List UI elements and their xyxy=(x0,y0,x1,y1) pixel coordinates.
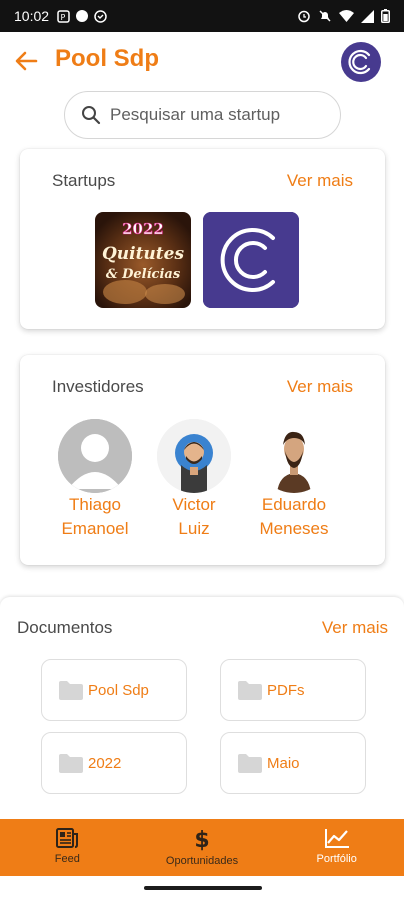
investor-first-name: Victor xyxy=(172,495,216,514)
avatar-illustration-icon xyxy=(157,419,231,493)
circle-notification-icon xyxy=(76,10,89,22)
brand-logo-icon xyxy=(348,49,371,75)
nav-item-portfolio[interactable]: Portfólio xyxy=(269,819,404,876)
startups-see-more-link[interactable]: Ver mais xyxy=(287,171,353,191)
search-bar[interactable] xyxy=(64,91,341,139)
mute-icon xyxy=(319,10,331,22)
c-brand-logo-icon xyxy=(203,212,299,308)
search-input[interactable] xyxy=(110,105,325,125)
documents-title: Documentos xyxy=(17,618,113,637)
svg-text:P: P xyxy=(61,13,66,22)
status-time: 10:02 xyxy=(14,8,50,24)
investor-last-name: Meneses xyxy=(259,519,329,538)
folder-maio[interactable]: Maio xyxy=(220,732,366,794)
quitutes-name-text: Quitutes xyxy=(102,244,185,264)
quitutes-year-text: 2022 xyxy=(122,220,164,238)
quitutes-subname-text: & Delícias xyxy=(106,267,181,282)
app-header: Pool Sdp xyxy=(0,32,404,90)
bottom-navigation: Feed $ Oportunidades Portfólio xyxy=(0,819,404,876)
gesture-area xyxy=(0,876,404,900)
folder-pool-sdp[interactable]: Pool Sdp xyxy=(41,659,187,721)
avatar-photo-icon xyxy=(257,419,331,493)
documents-section: Documentos Ver mais Pool Sdp PDFs 2022 M… xyxy=(0,597,404,837)
nav-label-feed: Feed xyxy=(54,853,80,865)
alarm-icon xyxy=(298,10,310,23)
folder-icon xyxy=(59,681,83,700)
startups-card: Startups Ver mais 2022 Quitutes & Delíci… xyxy=(20,149,385,329)
folder-label: Maio xyxy=(267,754,300,772)
nav-item-feed[interactable]: Feed xyxy=(0,819,135,876)
profile-avatar[interactable] xyxy=(341,42,381,82)
investor-avatar-eduardo[interactable] xyxy=(257,419,331,493)
investor-last-name: Emanoel xyxy=(61,519,129,538)
investors-card: Investidores Ver mais Thiago Emanoel Vic… xyxy=(20,355,385,565)
home-gesture-bar[interactable] xyxy=(144,886,262,890)
investors-see-more-link[interactable]: Ver mais xyxy=(287,377,353,397)
investor-name-thiago[interactable]: Thiago Emanoel xyxy=(45,493,145,541)
system-icons xyxy=(297,9,390,23)
default-user-icon xyxy=(58,419,132,493)
investor-first-name: Eduardo xyxy=(261,495,327,514)
investor-avatar-victor[interactable] xyxy=(157,419,231,493)
startup-logo-quitutes[interactable]: 2022 Quitutes & Delícias xyxy=(95,212,191,308)
arrow-left-icon xyxy=(15,51,38,71)
folder-icon xyxy=(238,754,262,773)
folder-icon xyxy=(59,754,83,773)
search-icon xyxy=(82,106,101,125)
folder-pdfs[interactable]: PDFs xyxy=(220,659,366,721)
startups-title: Startups xyxy=(52,171,116,190)
nav-label-portfolio: Portfólio xyxy=(316,853,357,865)
quitutes-logo-icon: 2022 Quitutes & Delícias xyxy=(95,212,191,308)
chart-icon xyxy=(324,829,349,848)
shield-notification-icon xyxy=(94,9,107,23)
signal-icon xyxy=(361,9,374,23)
folder-icon xyxy=(238,681,262,700)
investor-avatar-thiago[interactable] xyxy=(58,419,132,493)
investor-name-victor[interactable]: Victor Luiz xyxy=(144,493,244,541)
nav-item-oportunidades[interactable]: $ Oportunidades xyxy=(135,819,270,876)
startup-logo-c[interactable] xyxy=(203,212,299,308)
battery-icon xyxy=(381,9,390,23)
folder-2022[interactable]: 2022 xyxy=(41,732,187,794)
wifi-icon xyxy=(339,9,354,22)
investors-title: Investidores xyxy=(52,377,144,396)
investor-first-name: Thiago xyxy=(69,495,121,514)
folder-label: Pool Sdp xyxy=(88,681,149,699)
notification-icons: P xyxy=(57,9,107,23)
status-bar: 10:02 P xyxy=(0,0,404,32)
back-button[interactable] xyxy=(12,46,42,76)
folder-label: PDFs xyxy=(267,681,305,699)
folder-label: 2022 xyxy=(88,754,122,772)
investor-name-eduardo[interactable]: Eduardo Meneses xyxy=(244,493,344,541)
app-notification-icon: P xyxy=(57,9,70,23)
page-title: Pool Sdp xyxy=(55,45,159,72)
svg-text:$: $ xyxy=(194,828,209,851)
nav-label-oportunidades: Oportunidades xyxy=(165,855,239,867)
dollar-icon: $ xyxy=(194,828,209,851)
documents-see-more-link[interactable]: Ver mais xyxy=(322,618,388,638)
feed-icon xyxy=(56,828,79,848)
investor-last-name: Luiz xyxy=(178,519,210,538)
